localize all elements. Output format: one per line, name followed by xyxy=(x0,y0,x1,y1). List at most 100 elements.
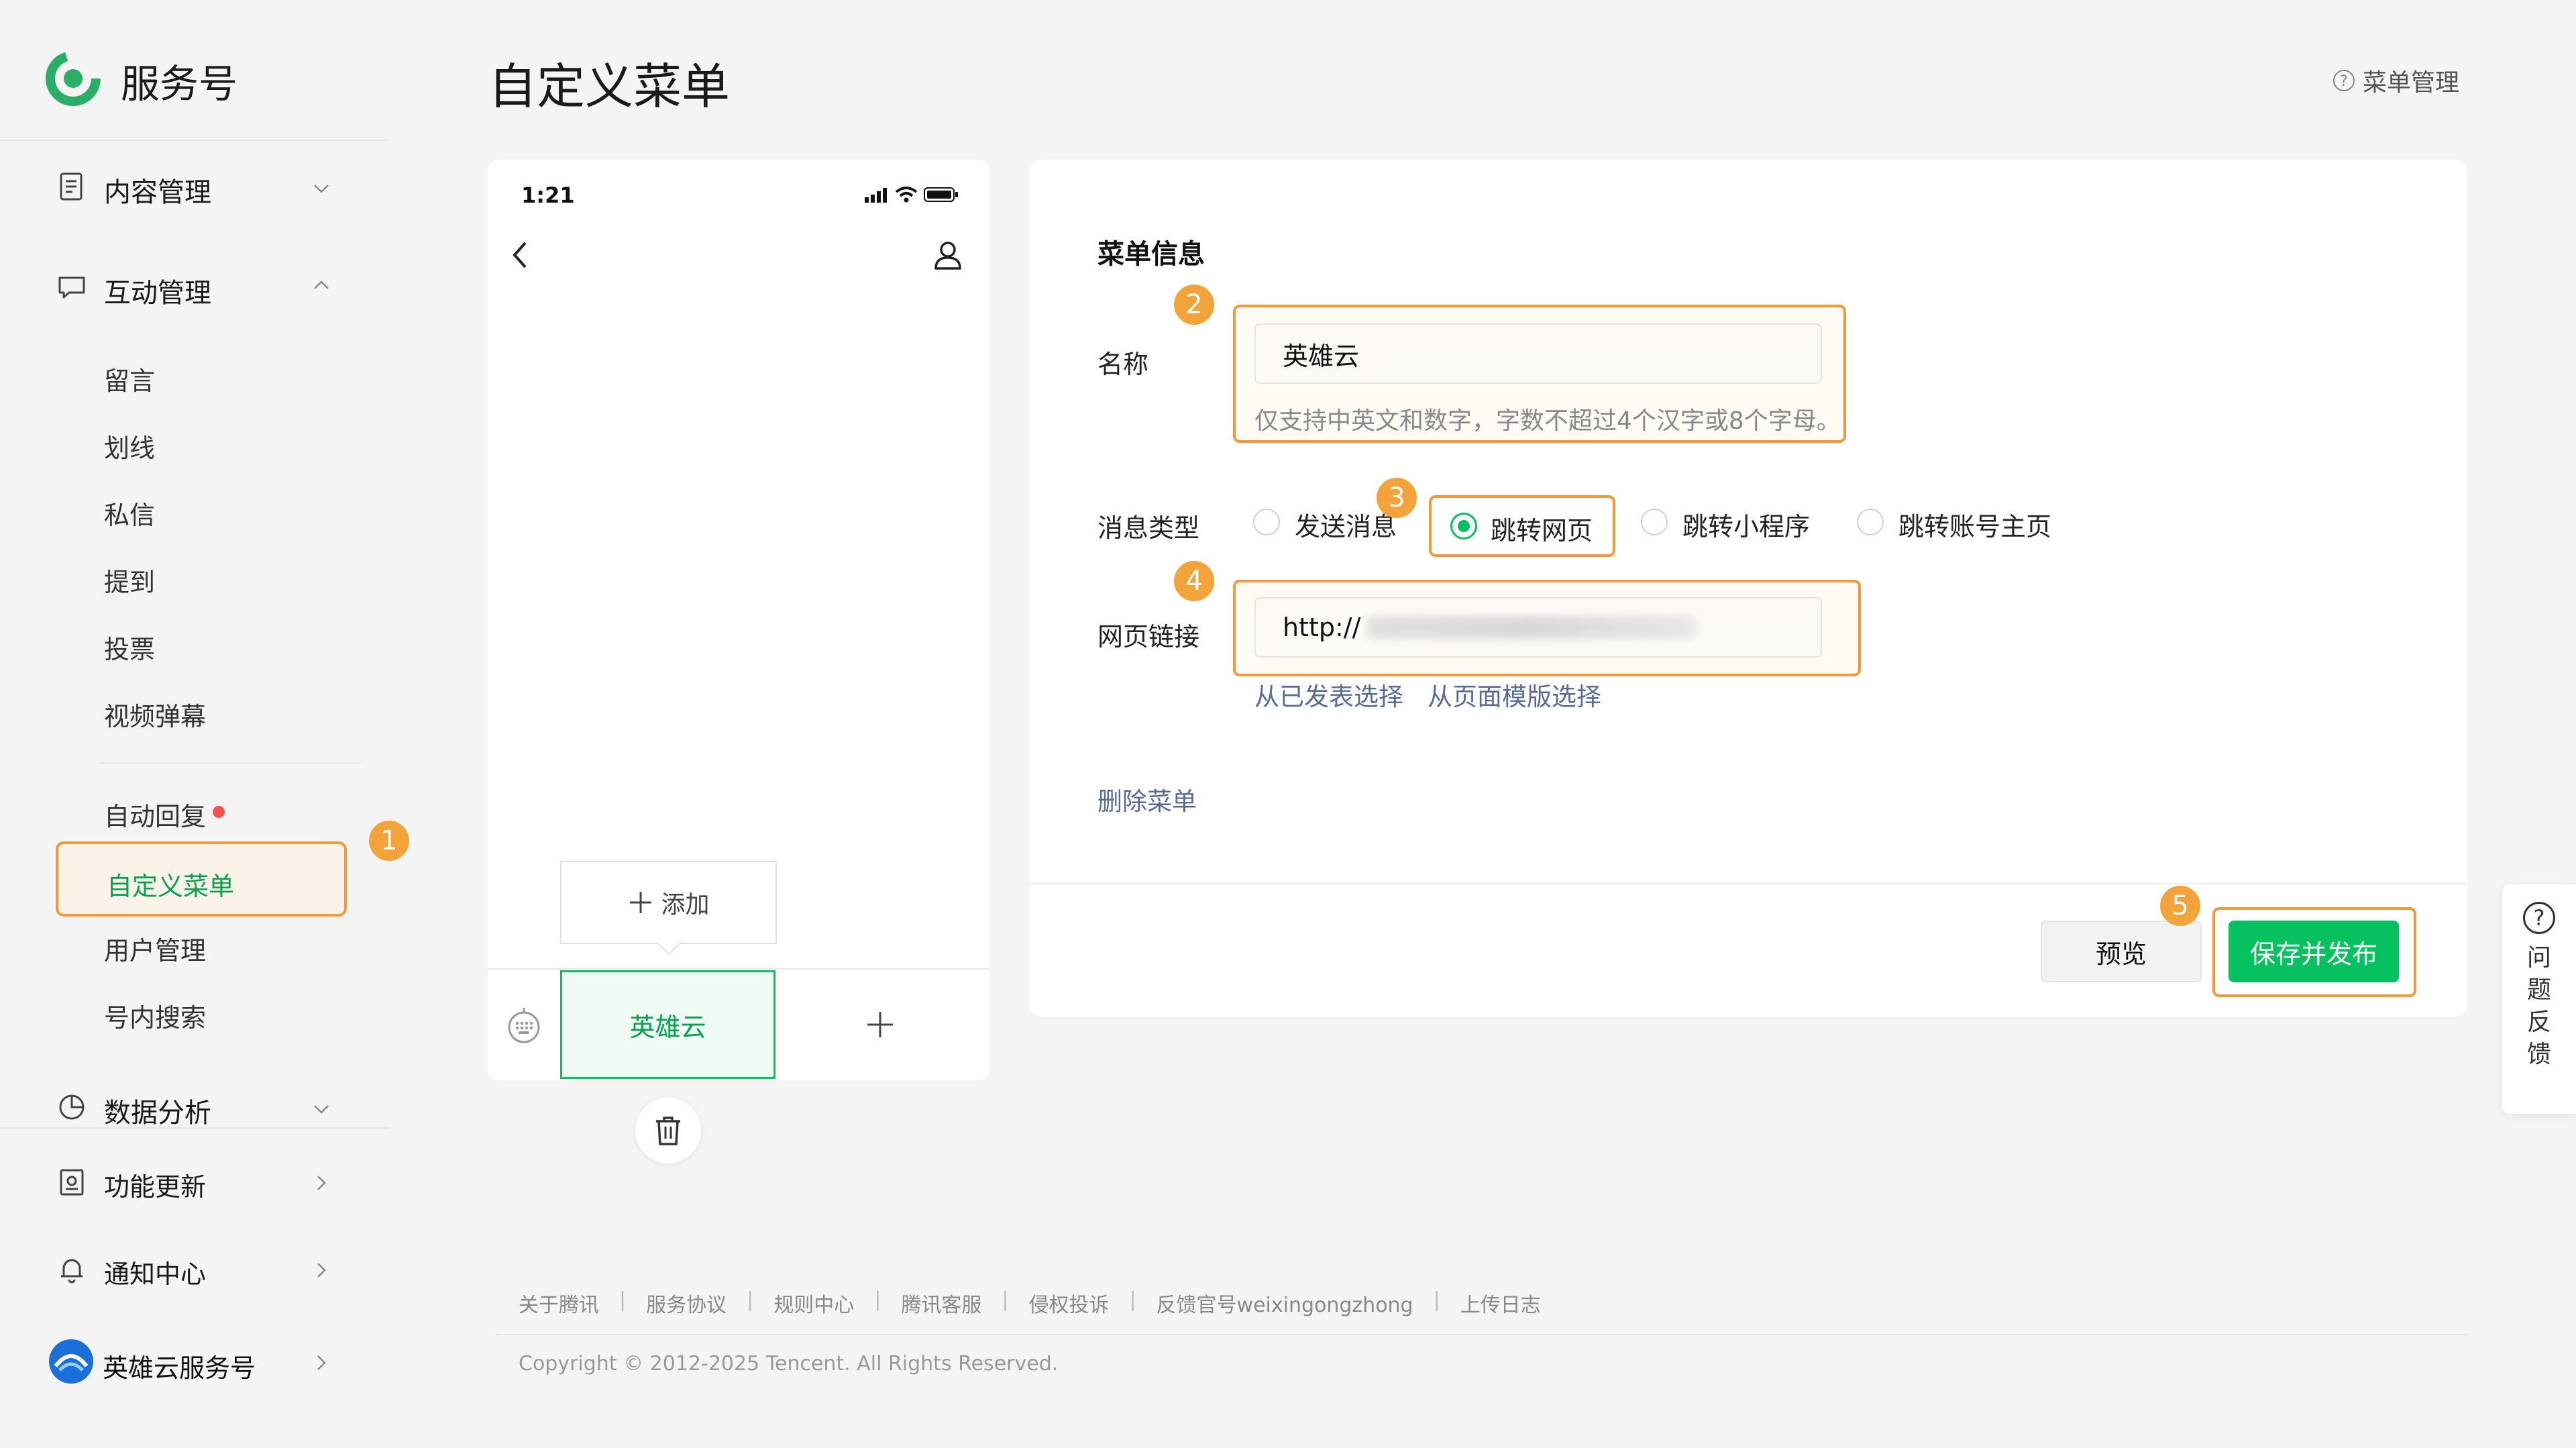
name-label: 名称 xyxy=(1097,350,1149,379)
chevron-up-icon xyxy=(314,280,329,289)
update-icon xyxy=(60,1169,84,1196)
chevron-right-icon xyxy=(317,1355,326,1370)
back-arrow-icon[interactable] xyxy=(508,239,532,271)
question-icon: ? xyxy=(2523,902,2555,934)
footer-link-infringement[interactable]: 侵权投诉 xyxy=(1028,1288,1109,1318)
sidebar-sub-divider xyxy=(99,762,361,764)
radio-jump-web-highlight[interactable]: 跳转网页 xyxy=(1429,495,1615,557)
step-badge-5: 5 xyxy=(2160,886,2200,926)
sidebar-item-video-danmaku[interactable]: 视频弹幕 xyxy=(104,696,206,733)
url-label: 网页链接 xyxy=(1097,622,1200,652)
sidebar-item-label: 互动管理 xyxy=(104,278,211,309)
page-title: 自定义菜单 xyxy=(488,58,731,115)
radio-label: 跳转小程序 xyxy=(1682,512,1811,541)
sidebar-item-custom-menu[interactable]: 自定义菜单 xyxy=(56,841,347,917)
step-badge-1: 1 xyxy=(369,821,409,861)
step-badge-4: 4 xyxy=(1174,561,1214,601)
name-hint: 仅支持中英文和数字，字数不超过4个汉字或8个字母。 xyxy=(1254,407,1841,435)
sidebar-item-label: 自定义菜单 xyxy=(107,872,235,901)
footer-link-feedback-account[interactable]: 反馈官号weixingongzhong xyxy=(1157,1288,1413,1318)
copyright: Copyright © 2012-2025 Tencent. All Right… xyxy=(519,1352,1059,1376)
save-publish-button[interactable]: 保存并发布 xyxy=(2229,921,2399,982)
radio-jump-account-home[interactable]: 跳转账号主页 xyxy=(1857,505,2058,541)
sidebar-item-feature-update[interactable]: 功能更新 xyxy=(56,1165,337,1205)
wifi-icon xyxy=(895,187,918,203)
radio-button xyxy=(1857,509,1884,535)
sidebar-item-data-analysis[interactable]: 数据分析 xyxy=(56,1088,337,1129)
footer-link-support[interactable]: 腾讯客服 xyxy=(901,1288,981,1318)
sidebar-item-notification-center[interactable]: 通知中心 xyxy=(56,1252,337,1292)
footer-link-about[interactable]: 关于腾讯 xyxy=(519,1288,599,1318)
sidebar-item-interact-mgmt[interactable]: 互动管理 xyxy=(56,268,337,309)
sidebar-item-auto-reply[interactable]: 自动回复 xyxy=(104,796,305,831)
trash-icon xyxy=(656,1117,680,1145)
bell-icon xyxy=(61,1259,83,1284)
sidebar-item-underline[interactable]: 划线 xyxy=(104,427,155,464)
profile-icon[interactable] xyxy=(930,239,965,271)
phone-preview: 1:21 添加 英雄云 xyxy=(488,160,989,1080)
menu-info-panel: 菜单信息 2 名称 英雄云 仅支持中英文和数字，字数不超过4个汉字或8个字母。 … xyxy=(1030,160,2467,1017)
chevron-right-icon xyxy=(317,1263,326,1278)
radio-button xyxy=(1641,509,1668,535)
radio-button xyxy=(1253,509,1280,535)
preview-button[interactable]: 预览 xyxy=(2041,921,2202,982)
sidebar-item-label: 通知中心 xyxy=(104,1259,207,1289)
brand-name: 服务号 xyxy=(121,61,238,107)
popover-arrow xyxy=(657,942,681,955)
section-title: 菜单信息 xyxy=(1097,239,1205,270)
sidebar-item-label: 自动回复 xyxy=(104,802,207,831)
account-name: 英雄云服务号 xyxy=(103,1353,256,1383)
feedback-float-button[interactable]: ? 问题反馈 xyxy=(2502,884,2576,1114)
avatar xyxy=(49,1339,93,1384)
plus-icon xyxy=(630,892,652,913)
chevron-down-icon xyxy=(314,1105,329,1114)
battery-icon xyxy=(924,187,958,202)
add-label: 添加 xyxy=(661,891,710,919)
step-badge-2: 2 xyxy=(1174,285,1214,325)
delete-menu-trash-button[interactable] xyxy=(635,1098,701,1163)
radio-jump-mini-program[interactable]: 跳转小程序 xyxy=(1641,505,1815,541)
sidebar-divider xyxy=(0,1127,389,1129)
sidebar-item-content-mgmt[interactable]: 内容管理 xyxy=(56,168,337,208)
sidebar-item-label: 内容管理 xyxy=(104,177,211,208)
sidebar-item-private-message[interactable]: 私信 xyxy=(104,495,155,531)
url-highlight: http:// xyxy=(1233,580,1861,676)
delete-menu-link[interactable]: 删除菜单 xyxy=(1097,781,1197,817)
footer-link-service-agreement[interactable]: 服务协议 xyxy=(646,1288,727,1318)
question-icon: ? xyxy=(2332,70,2355,91)
menu-tab-selected[interactable]: 英雄云 xyxy=(560,970,775,1079)
sidebar-item-user-mgmt[interactable]: 用户管理 xyxy=(104,930,206,967)
account-switcher[interactable]: 英雄云服务号 xyxy=(49,1339,337,1386)
radio-label: 跳转网页 xyxy=(1491,516,1593,546)
chevron-down-icon xyxy=(314,185,329,193)
radio-button-selected xyxy=(1450,513,1477,539)
sidebar-item-votes[interactable]: 投票 xyxy=(104,629,155,666)
pick-template-link[interactable]: 从页面模版选择 xyxy=(1428,676,1601,713)
plus-icon[interactable] xyxy=(865,1009,896,1040)
sidebar-divider xyxy=(0,140,389,141)
sidebar-item-mentions[interactable]: 提到 xyxy=(104,562,155,599)
brand-logo[interactable] xyxy=(44,50,102,107)
pick-published-link[interactable]: 从已发表选择 xyxy=(1254,676,1403,713)
sidebar-item-comments[interactable]: 留言 xyxy=(104,360,155,397)
menu-mgmt-help-link[interactable]: ? 菜单管理 xyxy=(2332,63,2459,98)
keyboard-icon[interactable] xyxy=(506,1006,541,1045)
sidebar-item-label: 数据分析 xyxy=(104,1098,211,1129)
add-submenu-button[interactable]: 添加 xyxy=(560,861,777,944)
pie-chart-icon xyxy=(59,1094,85,1120)
footer-link-rules[interactable]: 规则中心 xyxy=(773,1288,854,1318)
panel-divider xyxy=(1030,883,2467,884)
help-link-label: 菜单管理 xyxy=(2362,69,2459,97)
url-redacted xyxy=(1367,616,1697,639)
sidebar-item-in-account-search[interactable]: 号内搜索 xyxy=(104,997,206,1034)
chevron-right-icon xyxy=(317,1176,326,1190)
name-input[interactable]: 英雄云 xyxy=(1254,323,1822,384)
step-badge-3: 3 xyxy=(1377,478,1417,518)
wechat-service-logo-icon xyxy=(46,51,101,106)
sidebar-item-label: 功能更新 xyxy=(104,1172,207,1202)
comment-icon xyxy=(58,276,85,299)
url-input[interactable]: http:// xyxy=(1254,597,1822,658)
phone-status-time: 1:21 xyxy=(521,183,575,208)
footer-link-upload-log[interactable]: 上传日志 xyxy=(1460,1288,1541,1318)
radio-label: 跳转账号主页 xyxy=(1898,512,2052,541)
